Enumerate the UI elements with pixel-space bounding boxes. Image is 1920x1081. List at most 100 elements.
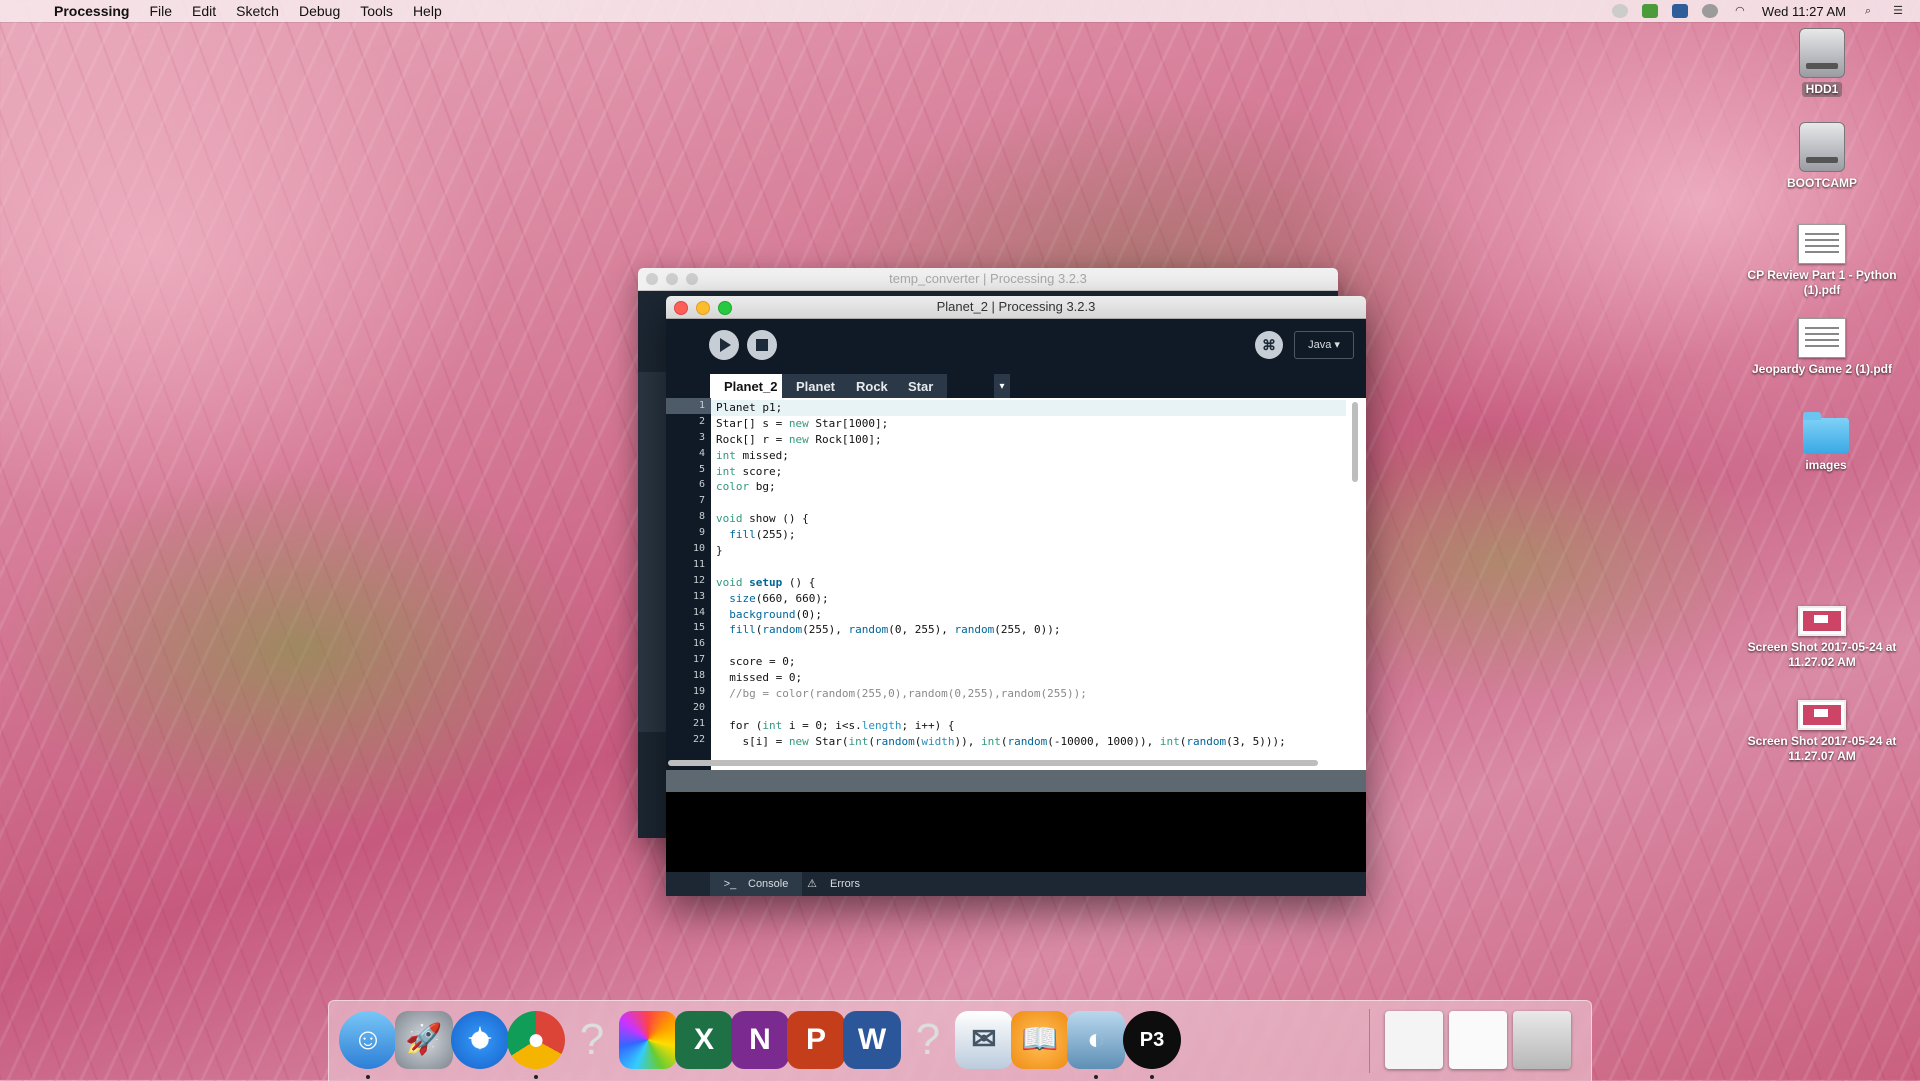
line-number: 2 <box>698 415 705 427</box>
processing-icon[interactable]: P3 <box>1123 1011 1181 1069</box>
code-line[interactable]: fill(255); <box>716 527 1346 543</box>
code-text[interactable]: Planet p1; Star[] s = new Star[1000]; Rock… <box>711 400 1346 750</box>
code-line[interactable]: int score; <box>716 464 1346 480</box>
spotlight-search-icon[interactable]: ⌕ <box>1860 4 1876 18</box>
code-line[interactable]: color bg; <box>716 479 1346 495</box>
menu-file[interactable]: File <box>149 3 172 19</box>
code-line[interactable]: score = 0; <box>716 654 1346 670</box>
code-line[interactable] <box>716 559 1346 575</box>
zoom-icon[interactable] <box>686 273 698 285</box>
unknown-app-icon[interactable]: ? <box>899 1011 957 1069</box>
minimize-icon[interactable] <box>666 273 678 285</box>
code-line[interactable]: size(660, 660); <box>716 591 1346 607</box>
code-line[interactable] <box>716 702 1346 718</box>
code-line[interactable]: } <box>716 543 1346 559</box>
word-icon[interactable]: W <box>843 1011 901 1069</box>
console-output[interactable] <box>666 792 1366 872</box>
dock: ☺ 🚀 ✦ ●? X N P W? ✉ 📖 ◐ P3 <box>328 1000 1592 1081</box>
window-title-bar[interactable]: temp_converter | Processing 3.2.3 <box>638 268 1338 291</box>
preview-icon[interactable]: ✉ <box>955 1011 1013 1069</box>
code-line[interactable]: fill(random(255), random(0, 255), random… <box>716 622 1346 638</box>
run-button[interactable] <box>709 330 739 360</box>
console-footer: >_ Console ⚠ Errors <box>666 872 1366 896</box>
ibooks-icon[interactable]: 📖 <box>1011 1011 1069 1069</box>
safari-icon[interactable]: ✦ <box>451 1011 509 1069</box>
tabs-menu-button[interactable]: ▾ <box>994 374 1010 399</box>
menu-sketch[interactable]: Sketch <box>236 3 279 19</box>
code-line[interactable]: missed = 0; <box>716 670 1346 686</box>
finder-icon[interactable]: ☺ <box>339 1011 397 1069</box>
powerpoint-icon[interactable]: P <box>787 1011 845 1069</box>
evernote-icon[interactable] <box>1641 4 1658 18</box>
processing-editor-window[interactable]: Planet_2 | Processing 3.2.3 ⌘ Java ▾ Pla… <box>666 296 1366 896</box>
code-line[interactable]: for (int i = 0; i<s.length; i++) { <box>716 718 1346 734</box>
creative-cloud-icon[interactable] <box>1611 4 1628 18</box>
console-tab[interactable]: >_ Console <box>710 872 803 896</box>
zoom-icon[interactable] <box>718 301 732 315</box>
code-line[interactable]: //bg = color(random(255,0),random(0,255)… <box>716 686 1346 702</box>
mode-selector[interactable]: Java ▾ <box>1294 331 1354 359</box>
desktop-icon-hdd1[interactable]: HDD1 <box>1742 28 1902 98</box>
excel-icon[interactable]: X <box>675 1011 733 1069</box>
code-line[interactable] <box>716 495 1346 511</box>
tab-planet[interactable]: Planet <box>782 374 850 399</box>
menu-debug[interactable]: Debug <box>299 3 340 19</box>
clock[interactable]: Wed 11:27 AM <box>1762 4 1846 19</box>
tab-star[interactable]: Star <box>894 374 948 399</box>
screenshot-file-icon <box>1798 700 1846 730</box>
desktop-icon-screenshot-2[interactable]: Screen Shot 2017-05-24 at 11.27.07 AM <box>1742 700 1902 764</box>
tab-planet-2[interactable]: Planet_2 <box>710 374 792 399</box>
onenote-icon[interactable]: N <box>731 1011 789 1069</box>
code-line[interactable]: Star[] s = new Star[1000]; <box>716 416 1346 432</box>
minimize-icon[interactable] <box>696 301 710 315</box>
line-number: 20 <box>692 701 705 713</box>
code-line[interactable]: int missed; <box>716 448 1346 464</box>
line-number-gutter: 1 2 3 4 5 6 7 8 9 10 11 12 13 14 15 16 17 18 19 20 21 22 <box>666 398 711 770</box>
unknown-app-icon[interactable]: ? <box>563 1011 621 1069</box>
desktop-icon-screenshot-1[interactable]: Screen Shot 2017-05-24 at 11.27.02 AM <box>1742 606 1902 670</box>
vpn-icon[interactable] <box>1671 4 1688 18</box>
close-icon[interactable] <box>674 301 688 315</box>
line-number: 8 <box>698 511 705 523</box>
photos-icon[interactable] <box>619 1011 677 1069</box>
downloads-stack-icon[interactable] <box>1449 1011 1507 1069</box>
code-line[interactable]: s[i] = new Star(int(random(width)), int(… <box>716 734 1346 750</box>
wifi-icon[interactable]: ◠ <box>1732 4 1748 18</box>
line-number: 10 <box>692 543 705 555</box>
desktop-icon-jeopardy-pdf[interactable]: Jeopardy Game 2 (1).pdf <box>1742 318 1902 377</box>
desktop-icon-cp-review-pdf[interactable]: CP Review Part 1 - Python (1).pdf <box>1742 224 1902 298</box>
close-icon[interactable] <box>646 273 658 285</box>
desktop-icon-bootcamp[interactable]: BOOTCAMP <box>1742 122 1902 191</box>
code-line[interactable]: void setup () { <box>716 575 1346 591</box>
launchpad-icon[interactable]: 🚀 <box>395 1011 453 1069</box>
stop-button[interactable] <box>747 330 777 360</box>
vertical-scrollbar[interactable] <box>1352 402 1358 482</box>
menu-tools[interactable]: Tools <box>360 3 393 19</box>
desktop-icon-label: Screen Shot 2017-05-24 at 11.27.02 AM <box>1747 640 1897 669</box>
window-title: Planet_2 | Processing 3.2.3 <box>936 299 1096 314</box>
menu-edit[interactable]: Edit <box>192 3 216 19</box>
errors-tab[interactable]: ⚠ Errors <box>792 872 874 896</box>
running-indicator <box>534 1075 538 1079</box>
sync-icon[interactable] <box>1701 4 1718 18</box>
image-capture-icon[interactable]: ◐ <box>1067 1011 1125 1069</box>
chrome-icon[interactable]: ● <box>507 1011 565 1069</box>
menu-help[interactable]: Help <box>413 3 442 19</box>
line-number: 14 <box>692 606 705 618</box>
code-line[interactable]: Planet p1; <box>711 400 1346 416</box>
code-line[interactable]: Rock[] r = new Rock[100]; <box>716 432 1346 448</box>
code-line[interactable]: background(0); <box>716 607 1346 623</box>
trash-icon[interactable] <box>1513 1011 1571 1069</box>
notification-center-icon[interactable]: ☰ <box>1890 4 1906 18</box>
desktop-icon-images-folder[interactable]: images <box>1746 412 1906 473</box>
menu-app-name[interactable]: Processing <box>54 3 129 19</box>
debug-butterfly-icon[interactable]: ⌘ <box>1255 331 1283 359</box>
tab-rock[interactable]: Rock <box>842 374 902 399</box>
window-title-bar[interactable]: Planet_2 | Processing 3.2.3 <box>666 296 1366 319</box>
screen-shot-stack-icon[interactable] <box>1385 1011 1443 1069</box>
code-line[interactable] <box>716 638 1346 654</box>
horizontal-scrollbar[interactable] <box>668 760 1318 766</box>
line-number: 13 <box>692 590 705 602</box>
code-editor[interactable]: 1 2 3 4 5 6 7 8 9 10 11 12 13 14 15 16 17 18 19 20 21 22 Plan… <box>666 398 1366 770</box>
code-line[interactable]: void show () { <box>716 511 1346 527</box>
